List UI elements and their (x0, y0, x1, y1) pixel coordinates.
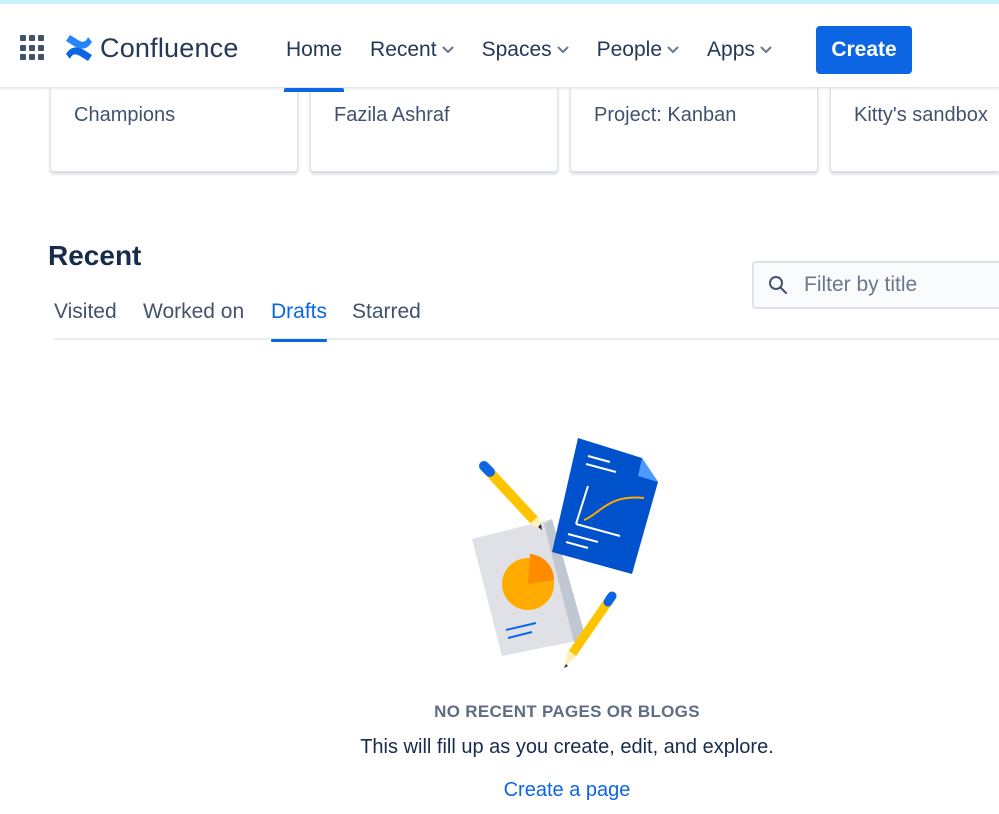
nav-people[interactable]: People (583, 8, 693, 92)
space-card-champions[interactable]: Champions (50, 88, 298, 172)
filter-by-title-input[interactable] (804, 273, 994, 297)
nav-recent[interactable]: Recent (356, 8, 468, 92)
chevron-down-icon (667, 46, 679, 54)
search-icon (769, 276, 787, 294)
create-a-page-link: Create a page (0, 779, 999, 802)
empty-state-text: This will fill up as you create, edit, a… (360, 736, 774, 758)
confluence-home: Confluence Home Recent Spaces People App… (0, 0, 999, 814)
space-card-title: Kitty's sandbox (854, 104, 988, 126)
confluence-logo-icon (66, 35, 92, 61)
nav-home[interactable]: Home (272, 8, 356, 92)
primary-nav: Home Recent Spaces People Apps (272, 8, 786, 92)
tab-starred[interactable]: Starred (352, 300, 421, 340)
space-card-title: Champions (74, 104, 176, 126)
space-card-project-kanban[interactable]: Project: Kanban (570, 88, 818, 172)
create-a-page-link-text[interactable]: Create a page (504, 779, 631, 801)
create-button[interactable]: Create (816, 26, 912, 74)
space-card-kittys-sandbox[interactable]: Kitty's sandbox (830, 88, 999, 172)
space-card-title: Project: Kanban (594, 104, 737, 126)
tab-visited[interactable]: Visited (54, 300, 117, 340)
nav-people-label: People (596, 38, 663, 61)
brand-name: Confluence (100, 32, 239, 63)
nav-apps[interactable]: Apps (693, 8, 786, 92)
nav-apps-label: Apps (707, 38, 755, 61)
chevron-down-icon (442, 46, 454, 54)
top-navigation: Confluence Home Recent Spaces People App… (0, 4, 999, 92)
recent-heading: Recent (48, 240, 142, 271)
chevron-down-icon (557, 46, 569, 54)
chevron-down-icon (760, 46, 772, 54)
space-card-fazila-ashraf[interactable]: Fazila Ashraf (310, 88, 558, 172)
tab-worked-on[interactable]: Worked on (143, 300, 244, 340)
nav-spaces-label: Spaces (481, 38, 552, 61)
space-card-title: Fazila Ashraf (334, 104, 450, 126)
documents-illustration (472, 438, 658, 668)
tab-drafts[interactable]: Drafts (271, 300, 328, 342)
empty-state-heading: NO RECENT PAGES OR BLOGS (434, 702, 700, 721)
confluence-logo[interactable]: Confluence (64, 30, 239, 66)
recent-tabs: Visited Worked on Drafts Starred (54, 300, 999, 342)
nav-home-label: Home (286, 38, 343, 61)
app-switcher-icon[interactable] (20, 35, 46, 61)
space-cards: Champions Fazila Ashraf Project: Kanban … (50, 88, 999, 172)
nav-spaces[interactable]: Spaces (468, 8, 583, 92)
nav-recent-label: Recent (370, 38, 437, 61)
